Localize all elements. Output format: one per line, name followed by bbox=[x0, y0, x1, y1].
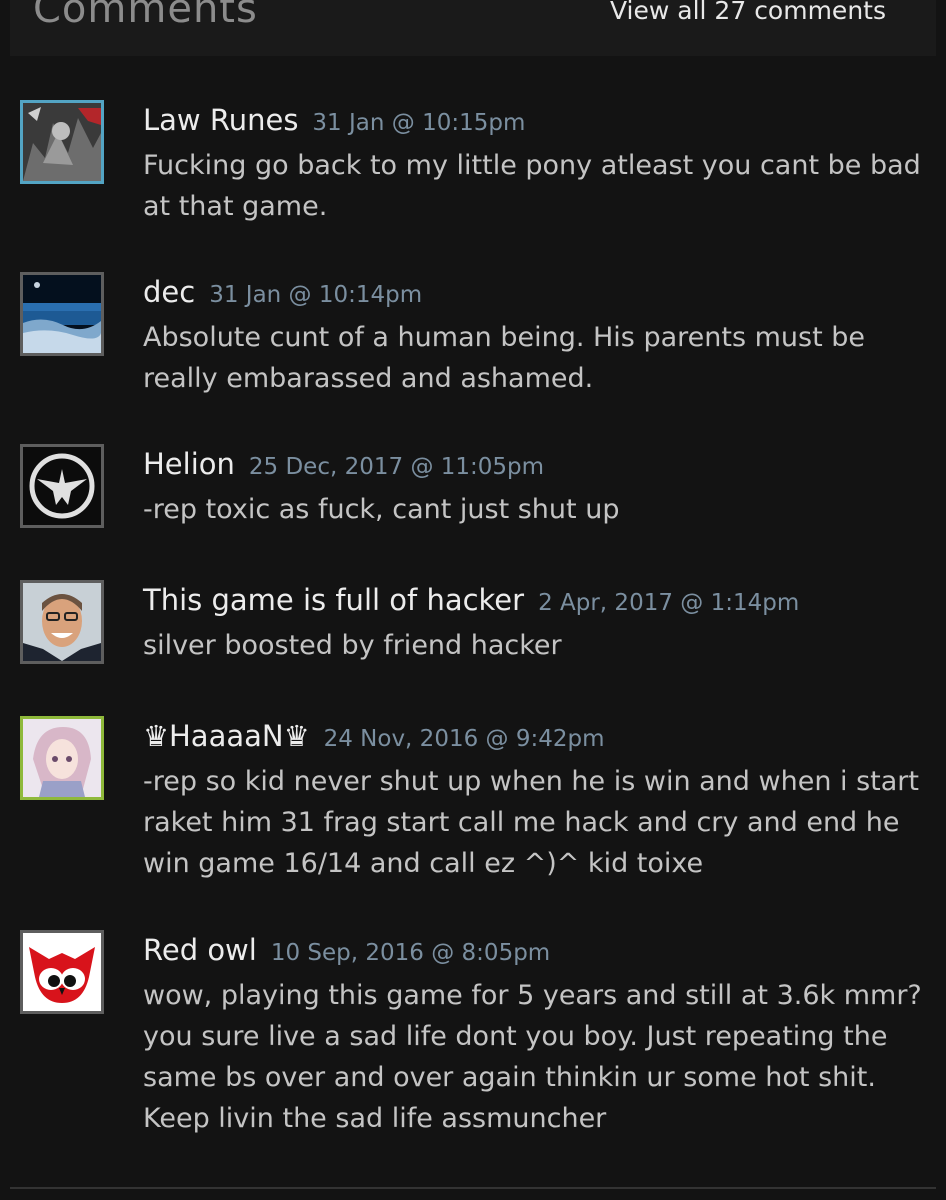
comment-text: -rep toxic as fuck, cant just shut up bbox=[143, 494, 620, 525]
comment-header: Law Runes 31 Jan @ 10:15pm bbox=[143, 103, 525, 137]
comment-timestamp: 25 Dec, 2017 @ 11:05pm bbox=[248, 454, 545, 480]
comment-header: dec 31 Jan @ 10:14pm bbox=[143, 275, 422, 309]
comment-timestamp: 2 Apr, 2017 @ 1:14pm bbox=[538, 590, 800, 616]
comments-header: Comments View all 27 comments bbox=[10, 0, 936, 56]
comment-text: silver boosted by friend hacker bbox=[143, 630, 562, 661]
comment-header: ♛HaaaaN♛ 24 Nov, 2016 @ 9:42pm bbox=[143, 719, 605, 753]
view-all-comments-link[interactable]: View all 27 comments bbox=[610, 0, 886, 25]
grayscale-character-avatar-icon[interactable] bbox=[20, 100, 104, 184]
comment-author[interactable]: dec bbox=[143, 275, 195, 309]
comments-title: Comments bbox=[33, 0, 258, 32]
comment-author[interactable]: Law Runes bbox=[143, 103, 298, 137]
comment-header: Helion 25 Dec, 2017 @ 11:05pm bbox=[143, 447, 544, 481]
comment-timestamp: 31 Jan @ 10:15pm bbox=[312, 110, 526, 136]
comment-header: Red owl 10 Sep, 2016 @ 8:05pm bbox=[143, 933, 550, 967]
comment-text: Absolute cunt of a human being. His pare… bbox=[143, 322, 865, 394]
comment-author[interactable]: This game is full of hacker bbox=[143, 583, 524, 617]
comment-text: -rep so kid never shut up when he is win… bbox=[143, 766, 919, 879]
comment-author[interactable]: ♛HaaaaN♛ bbox=[143, 719, 310, 753]
comment-timestamp: 10 Sep, 2016 @ 8:05pm bbox=[270, 940, 551, 966]
comment-timestamp: 24 Nov, 2016 @ 9:42pm bbox=[323, 726, 605, 752]
earth-from-space-avatar-icon[interactable] bbox=[20, 272, 104, 356]
eagle-emblem-avatar-icon[interactable] bbox=[20, 444, 104, 528]
bottom-divider bbox=[10, 1187, 936, 1189]
comment-author[interactable]: Red owl bbox=[143, 933, 257, 967]
comment-text: wow, playing this game for 5 years and s… bbox=[143, 980, 922, 1134]
anime-character-avatar-icon[interactable] bbox=[20, 716, 104, 800]
comment-header: This game is full of hacker 2 Apr, 2017 @… bbox=[143, 583, 799, 617]
red-owl-logo-avatar-icon[interactable] bbox=[20, 930, 104, 1014]
comment-author[interactable]: Helion bbox=[143, 447, 235, 481]
comments-page: Comments View all 27 comments Law Runes 3… bbox=[0, 0, 946, 1200]
smiling-man-avatar-icon[interactable] bbox=[20, 580, 104, 664]
comment-timestamp: 31 Jan @ 10:14pm bbox=[209, 282, 423, 308]
comment-text: Fucking go back to my little pony atleas… bbox=[143, 150, 921, 222]
